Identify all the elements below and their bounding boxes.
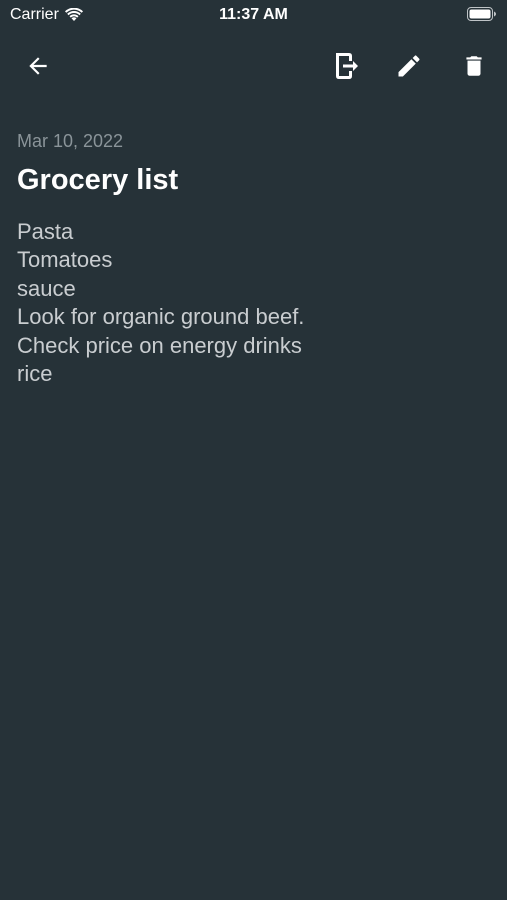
note-line: Tomatoes <box>17 247 113 273</box>
note-line: rice <box>17 361 53 387</box>
trash-icon <box>466 56 482 76</box>
status-time: 11:37 AM <box>219 6 288 23</box>
note-line: Pasta <box>17 219 74 244</box>
note-date: Mar 10, 2022 <box>17 131 124 151</box>
note-body: Pasta Tomatoes sauce Look for organic gr… <box>17 218 490 388</box>
battery-icon <box>467 7 496 21</box>
export-icon <box>336 53 358 79</box>
export-button[interactable] <box>324 42 368 90</box>
edit-button[interactable] <box>387 42 431 90</box>
pencil-icon <box>398 55 420 77</box>
note-line: sauce <box>17 275 76 301</box>
note-toolbar <box>0 42 507 90</box>
back-button[interactable] <box>16 42 60 90</box>
note-content: Mar 10, 2022 Grocery list Pasta Tomatoes… <box>17 128 490 388</box>
status-bar: Carrier 11:37 AM <box>0 0 507 30</box>
note-line: Check price on energy drinks <box>17 332 302 358</box>
arrow-back-icon <box>29 57 47 75</box>
note-title: Grocery list <box>17 164 179 196</box>
delete-button[interactable] <box>452 42 496 90</box>
note-line: Look for organic ground beef. <box>17 304 305 330</box>
